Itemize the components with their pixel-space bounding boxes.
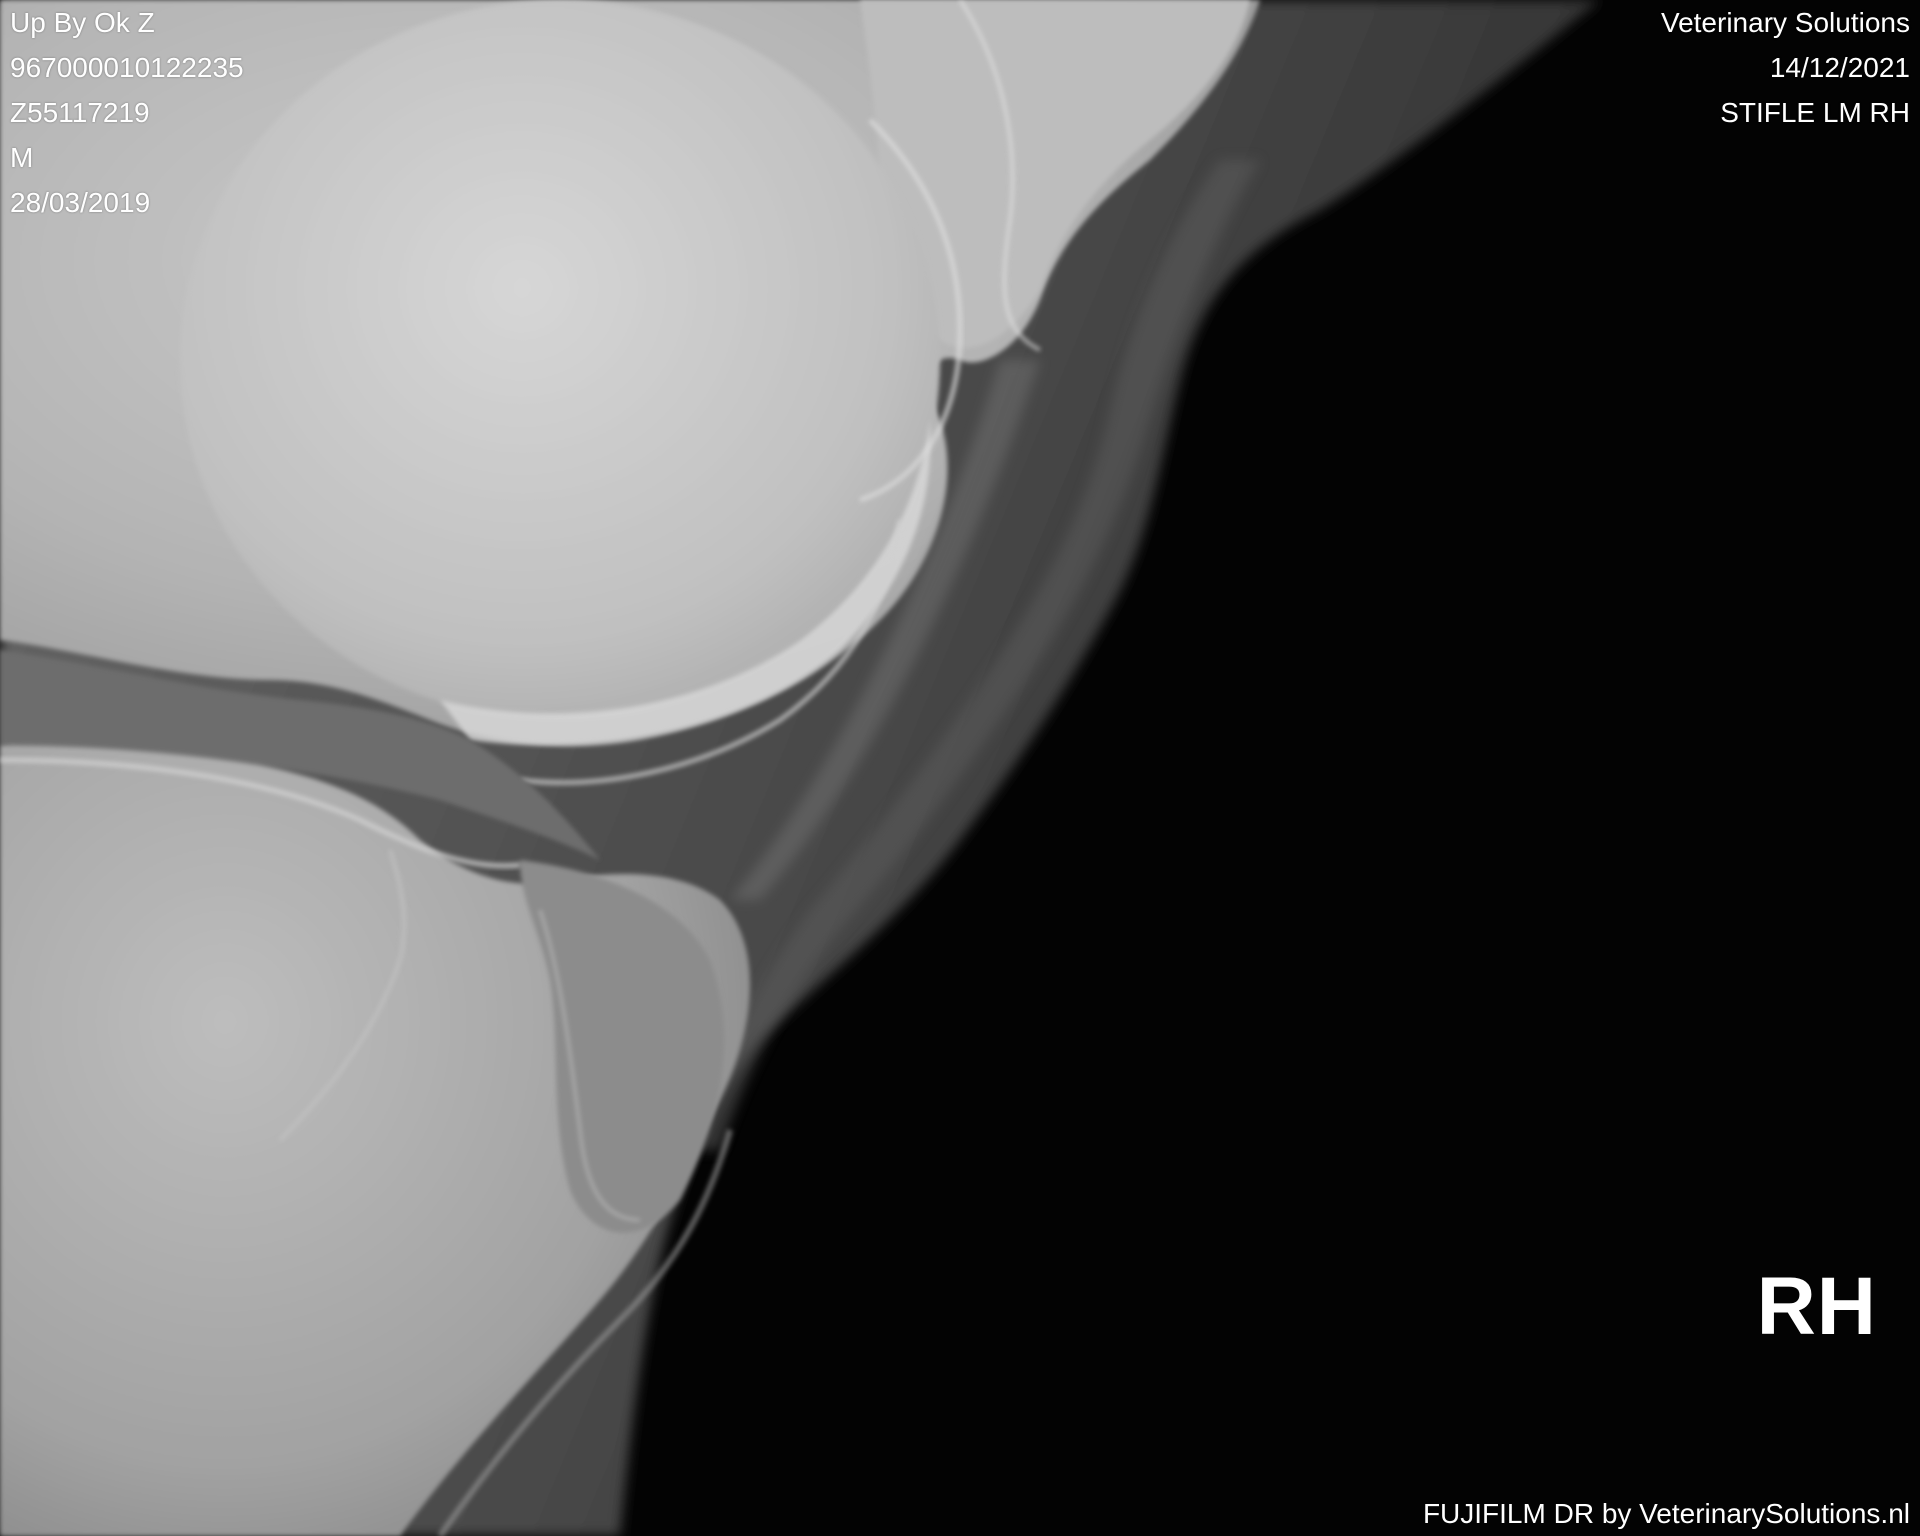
patient-name: Up By Ok Z [10,7,155,38]
study-info-block: Veterinary Solutions 14/12/2021 STIFLE L… [1661,0,1910,135]
clinic-name: Veterinary Solutions [1660,7,1910,38]
patient-chip-id: 967000010122235 [10,52,244,83]
radiograph-viewer: Up By Ok Z 967000010122235 Z55117219 M 2… [0,0,1920,1536]
study-date: 14/12/2021 [1769,52,1910,83]
stifle-radiograph-image [0,0,1920,1536]
patient-info-block: Up By Ok Z 967000010122235 Z55117219 M 2… [10,0,244,225]
patient-id: Z55117219 [10,97,150,128]
footer-brand-text: FUJIFILM DR by VeterinarySolutions.nl [1422,1498,1910,1529]
patient-sex: M [10,142,34,173]
patient-birth-date: 28/03/2019 [10,187,151,218]
study-view: STIFLE LM RH [1720,97,1910,128]
side-marker-label: RH [1756,1261,1877,1352]
